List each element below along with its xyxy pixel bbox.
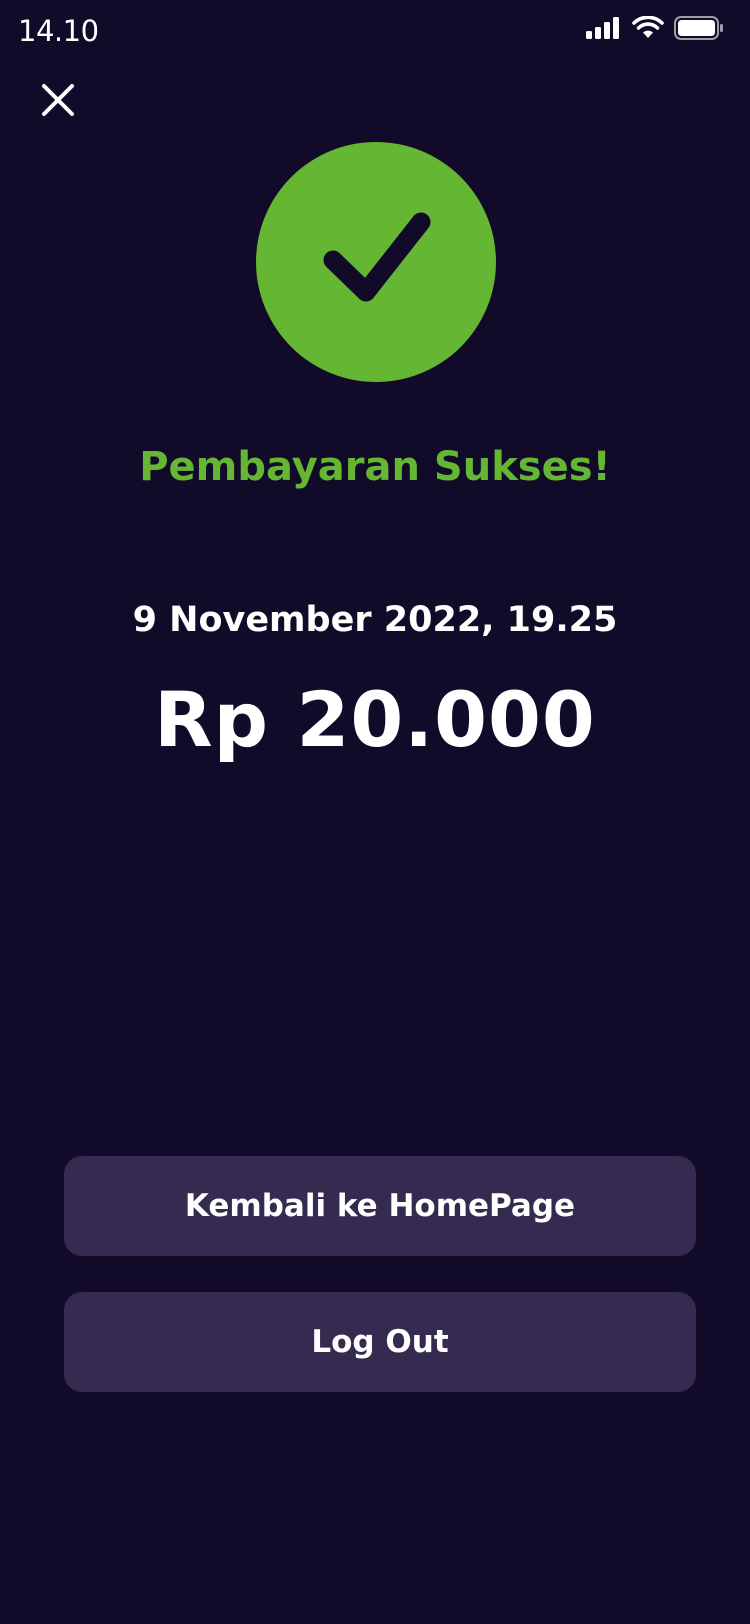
close-icon[interactable] [36,78,80,122]
wifi-icon [632,16,664,38]
status-time: 14.10 [18,14,99,48]
success-icon-circle [256,142,496,382]
battery-icon [674,16,723,40]
status-icons [586,16,724,40]
payment-amount: Rp 20.000 [154,675,596,764]
payment-date: 9 November 2022, 19.25 [132,600,618,640]
back-to-homepage-button[interactable]: Kembali ke HomePage [64,1156,696,1256]
success-title: Pembayaran Sukses! [139,444,611,490]
signal-icon [586,17,619,39]
status-bar: 14.10 [0,0,750,60]
checkmark-icon [323,212,431,302]
close-button[interactable] [36,78,80,122]
logout-button[interactable]: Log Out [64,1292,696,1392]
